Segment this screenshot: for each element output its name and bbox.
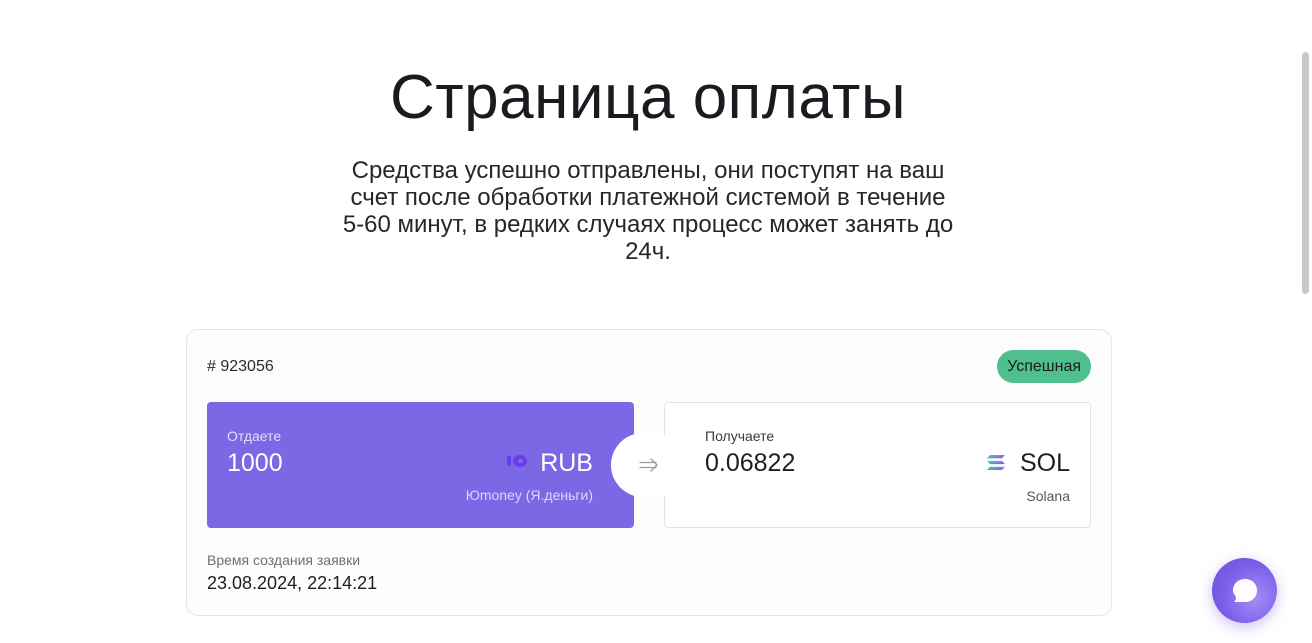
give-currency: RUB [540,449,593,477]
created-time-label: Время создания заявки [207,552,361,568]
page-title: Страница оплаты [389,63,907,132]
arrow-right-icon [638,458,658,472]
get-caption: Получаете [705,428,775,444]
get-panel: Получаете 0.06822 SOL Solana [664,402,1091,528]
order-card: # 923056 Успешная Отдаете 1000 RUB Юmone… [186,329,1112,616]
created-time-value: 23.08.2024, 22:14:21 [207,573,378,593]
payment-status-message: Средства успешно отправлены, они поступя… [342,157,954,265]
get-network: Solana [1026,488,1070,504]
get-currency: SOL [1019,449,1070,477]
chat-button[interactable] [1212,558,1277,623]
swap-direction-indicator [611,433,686,497]
scrollbar-thumb[interactable] [1302,52,1309,294]
yoomoney-icon [507,455,527,467]
order-number: # 923056 [207,358,274,375]
solana-icon [987,455,1005,470]
give-panel: Отдаете 1000 RUB Юmoney (Я.деньги) [207,402,634,528]
scrollbar[interactable] [1300,0,1312,643]
get-amount: 0.06822 [705,449,796,477]
chat-bubble-icon [1232,578,1257,602]
give-payment-method: Юmoney (Я.деньги) [465,487,593,503]
give-amount: 1000 [227,449,283,477]
give-caption: Отдаете [227,428,282,444]
status-badge: Успешная [997,350,1091,383]
